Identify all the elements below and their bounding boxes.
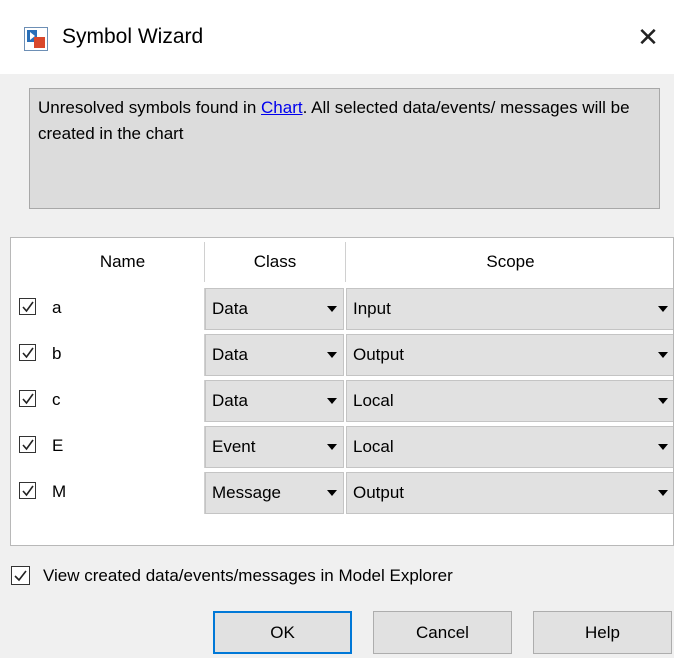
chevron-down-icon (658, 352, 668, 358)
checkmark-icon (14, 570, 27, 582)
symbol-name[interactable]: M (52, 470, 66, 514)
unresolved-symbols-message: Unresolved symbols found in Chart. All s… (29, 88, 660, 209)
row-checkbox[interactable] (19, 298, 36, 315)
symbols-table: Name Class Scope a Data Input b Data Out… (10, 237, 674, 546)
name-cell (41, 334, 205, 376)
checkmark-icon (22, 347, 34, 359)
symbol-name[interactable]: a (52, 286, 61, 330)
chevron-down-icon (658, 306, 668, 312)
view-in-explorer-label[interactable]: View created data/events/messages in Mod… (43, 563, 453, 589)
close-icon[interactable]: ✕ (628, 20, 668, 56)
class-dropdown[interactable]: Event (205, 426, 344, 468)
message-prefix: Unresolved symbols found in (38, 98, 262, 117)
chevron-down-icon (658, 490, 668, 496)
column-header-scope: Scope (486, 252, 535, 271)
class-dropdown[interactable]: Data (205, 334, 344, 376)
class-value: Data (212, 391, 248, 410)
row-checkbox[interactable] (19, 482, 36, 499)
chevron-down-icon (658, 398, 668, 404)
name-cell (41, 426, 205, 468)
row-checkbox[interactable] (19, 436, 36, 453)
cancel-button[interactable]: Cancel (373, 611, 512, 654)
column-header-name: Name (99, 252, 146, 271)
scope-value: Output (353, 483, 405, 502)
scope-dropdown[interactable]: Input (346, 288, 673, 330)
scope-dropdown[interactable]: Output (346, 334, 673, 376)
table-row: E Event Local (11, 424, 673, 470)
name-cell (41, 380, 205, 422)
view-in-explorer-checkbox[interactable] (11, 566, 30, 585)
scope-dropdown[interactable]: Local (346, 426, 673, 468)
scope-dropdown[interactable]: Local (346, 380, 673, 422)
scope-value: Local (353, 391, 394, 410)
checkmark-icon (22, 485, 34, 497)
symbol-name[interactable]: E (52, 424, 63, 468)
column-header-class: Class (253, 252, 297, 271)
table-row: b Data Output (11, 332, 673, 378)
chevron-down-icon (327, 398, 337, 404)
class-dropdown[interactable]: Data (205, 380, 344, 422)
checkmark-icon (22, 301, 34, 313)
symbol-wizard-icon (24, 27, 48, 51)
class-value: Message (212, 483, 281, 502)
window-title: Symbol Wizard (62, 25, 204, 48)
class-value: Data (212, 345, 248, 364)
table-row: c Data Local (11, 378, 673, 424)
chevron-down-icon (327, 444, 337, 450)
table-row: M Message Output (11, 470, 673, 516)
chart-link[interactable]: Chart (261, 98, 303, 117)
row-checkbox[interactable] (19, 390, 36, 407)
chevron-down-icon (327, 490, 337, 496)
checkmark-icon (22, 439, 34, 451)
class-dropdown[interactable]: Data (205, 288, 344, 330)
scope-value: Input (353, 299, 391, 318)
ok-button[interactable]: OK (213, 611, 352, 654)
chevron-down-icon (327, 352, 337, 358)
symbol-name[interactable]: c (52, 378, 61, 422)
scope-value: Output (353, 345, 405, 364)
chevron-down-icon (658, 444, 668, 450)
row-checkbox[interactable] (19, 344, 36, 361)
scope-dropdown[interactable]: Output (346, 472, 673, 514)
class-dropdown[interactable]: Message (205, 472, 344, 514)
class-value: Event (212, 437, 256, 456)
name-cell (41, 288, 205, 330)
checkmark-icon (22, 393, 34, 405)
table-row: a Data Input (11, 286, 673, 332)
symbol-name[interactable]: b (52, 332, 61, 376)
help-button[interactable]: Help (533, 611, 672, 654)
title-bar: Symbol Wizard ✕ (0, 0, 674, 74)
chevron-down-icon (327, 306, 337, 312)
scope-value: Local (353, 437, 394, 456)
class-value: Data (212, 299, 248, 318)
